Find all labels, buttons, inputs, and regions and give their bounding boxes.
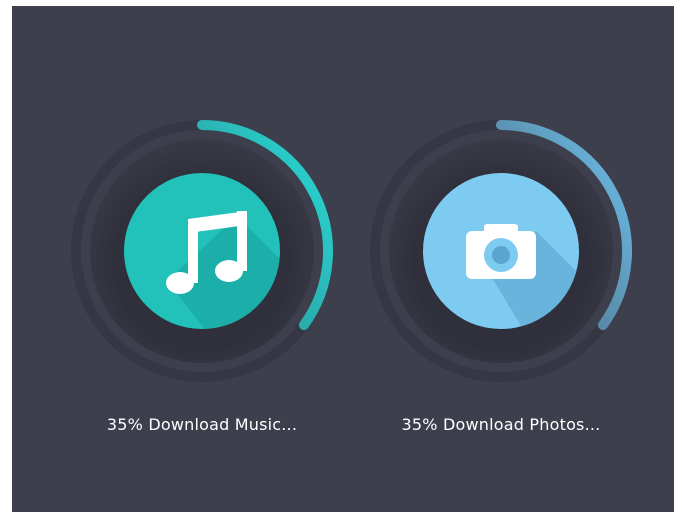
photos-progress-ring bbox=[361, 111, 641, 391]
music-progress-ring bbox=[62, 111, 342, 391]
app-background: 35% Download Music... 35% Download Photo… bbox=[12, 6, 674, 512]
music-progress-svg bbox=[71, 120, 333, 382]
photos-download-widget: 35% Download Photos... bbox=[361, 111, 641, 451]
music-download-widget: 35% Download Music... bbox=[62, 111, 342, 451]
photos-download-label: 35% Download Photos... bbox=[401, 415, 601, 434]
camera-icon bbox=[466, 224, 536, 279]
music-download-label: 35% Download Music... bbox=[106, 415, 298, 434]
photos-progress-svg bbox=[370, 120, 632, 382]
